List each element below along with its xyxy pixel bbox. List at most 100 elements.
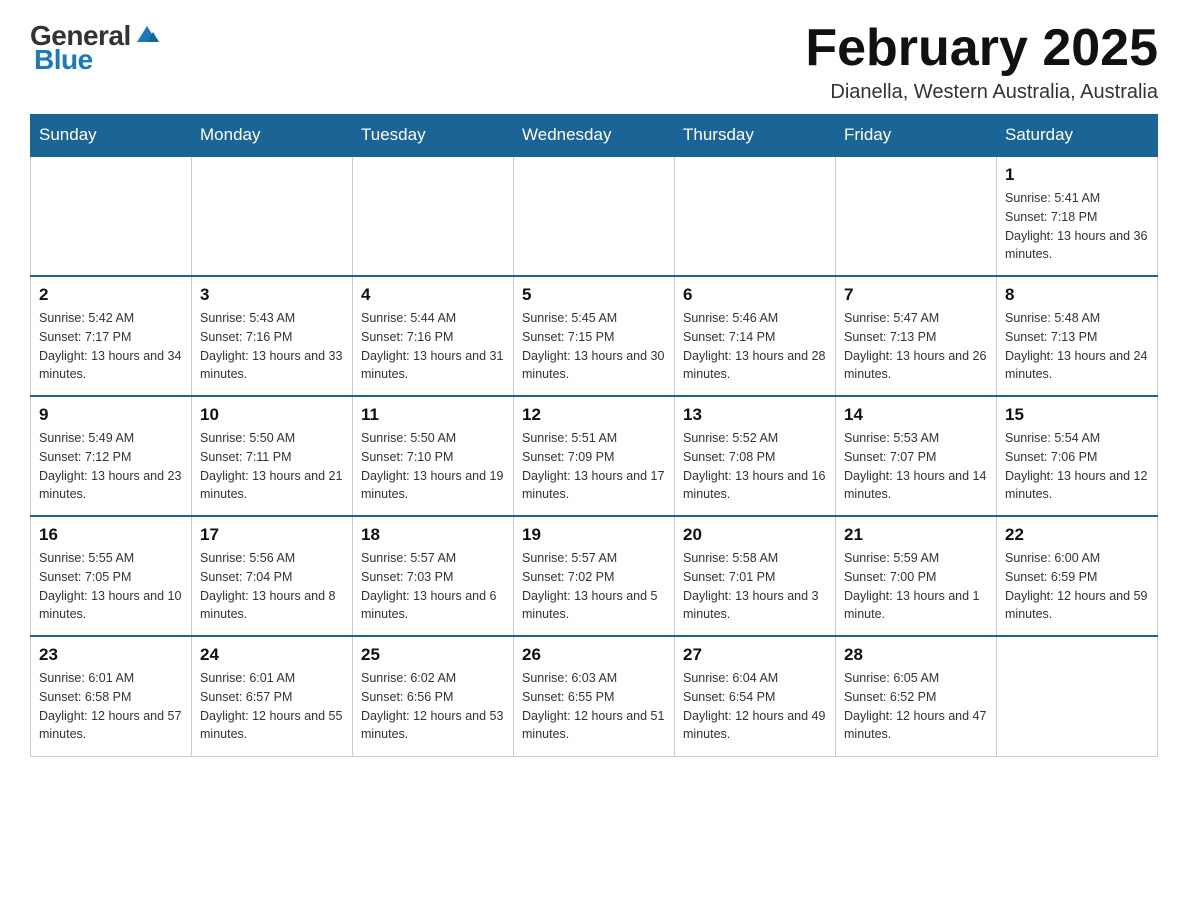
calendar-cell: 4 Sunrise: 5:44 AMSunset: 7:16 PMDaylight…	[353, 276, 514, 396]
calendar-cell: 27 Sunrise: 6:04 AMSunset: 6:54 PMDayligh…	[675, 636, 836, 756]
calendar-cell: 7Sunrise: 5:47 AMSunset: 7:13 PMDaylight…	[836, 276, 997, 396]
day-info: Sunrise: 5:46 AMSunset: 7:14 PMDaylight:…	[683, 309, 827, 384]
day-info: Sunrise: 5:59 AMSunset: 7:00 PMDaylight:…	[844, 549, 988, 624]
day-number: 18	[361, 525, 505, 545]
calendar-cell: 1 Sunrise: 5:41 AMSunset: 7:18 PMDaylight…	[997, 156, 1158, 276]
day-number: 26	[522, 645, 666, 665]
calendar-cell: 20 Sunrise: 5:58 AMSunset: 7:01 PMDayligh…	[675, 516, 836, 636]
calendar-cell: 9 Sunrise: 5:49 AMSunset: 7:12 PMDaylight…	[31, 396, 192, 516]
day-info: Sunrise: 6:04 AMSunset: 6:54 PMDaylight:…	[683, 669, 827, 744]
day-info: Sunrise: 6:03 AMSunset: 6:55 PMDaylight:…	[522, 669, 666, 744]
calendar-subtitle: Dianella, Western Australia, Australia	[805, 81, 1158, 104]
column-header-monday: Monday	[192, 115, 353, 157]
day-number: 20	[683, 525, 827, 545]
day-info: Sunrise: 5:53 AMSunset: 7:07 PMDaylight:…	[844, 429, 988, 504]
day-info: Sunrise: 5:54 AMSunset: 7:06 PMDaylight:…	[1005, 429, 1149, 504]
day-number: 6	[683, 285, 827, 305]
calendar-cell	[353, 156, 514, 276]
day-number: 4	[361, 285, 505, 305]
day-number: 17	[200, 525, 344, 545]
day-info: Sunrise: 5:47 AMSunset: 7:13 PMDaylight:…	[844, 309, 988, 384]
calendar-cell: 14 Sunrise: 5:53 AMSunset: 7:07 PMDayligh…	[836, 396, 997, 516]
day-number: 23	[39, 645, 183, 665]
day-info: Sunrise: 6:01 AMSunset: 6:58 PMDaylight:…	[39, 669, 183, 744]
day-number: 15	[1005, 405, 1149, 425]
week-row-5: 23 Sunrise: 6:01 AMSunset: 6:58 PMDayligh…	[31, 636, 1158, 756]
day-info: Sunrise: 6:05 AMSunset: 6:52 PMDaylight:…	[844, 669, 988, 744]
day-number: 9	[39, 405, 183, 425]
day-info: Sunrise: 5:57 AMSunset: 7:03 PMDaylight:…	[361, 549, 505, 624]
day-number: 27	[683, 645, 827, 665]
calendar-cell: 2 Sunrise: 5:42 AMSunset: 7:17 PMDaylight…	[31, 276, 192, 396]
day-info: Sunrise: 6:02 AMSunset: 6:56 PMDaylight:…	[361, 669, 505, 744]
week-row-4: 16Sunrise: 5:55 AMSunset: 7:05 PMDayligh…	[31, 516, 1158, 636]
logo-icon	[133, 20, 161, 48]
day-number: 11	[361, 405, 505, 425]
week-row-3: 9 Sunrise: 5:49 AMSunset: 7:12 PMDaylight…	[31, 396, 1158, 516]
calendar-cell: 8 Sunrise: 5:48 AMSunset: 7:13 PMDaylight…	[997, 276, 1158, 396]
day-info: Sunrise: 5:52 AMSunset: 7:08 PMDaylight:…	[683, 429, 827, 504]
day-info: Sunrise: 5:57 AMSunset: 7:02 PMDaylight:…	[522, 549, 666, 624]
calendar-cell: 6 Sunrise: 5:46 AMSunset: 7:14 PMDaylight…	[675, 276, 836, 396]
calendar-cell: 17 Sunrise: 5:56 AMSunset: 7:04 PMDayligh…	[192, 516, 353, 636]
calendar-cell: 24 Sunrise: 6:01 AMSunset: 6:57 PMDayligh…	[192, 636, 353, 756]
calendar-cell: 18 Sunrise: 5:57 AMSunset: 7:03 PMDayligh…	[353, 516, 514, 636]
column-header-wednesday: Wednesday	[514, 115, 675, 157]
calendar-cell: 26 Sunrise: 6:03 AMSunset: 6:55 PMDayligh…	[514, 636, 675, 756]
logo-blue-text: Blue	[34, 44, 93, 76]
day-info: Sunrise: 5:58 AMSunset: 7:01 PMDaylight:…	[683, 549, 827, 624]
day-number: 13	[683, 405, 827, 425]
calendar-cell: 10Sunrise: 5:50 AMSunset: 7:11 PMDayligh…	[192, 396, 353, 516]
day-info: Sunrise: 5:41 AMSunset: 7:18 PMDaylight:…	[1005, 189, 1149, 264]
day-info: Sunrise: 5:49 AMSunset: 7:12 PMDaylight:…	[39, 429, 183, 504]
calendar-cell: 3Sunrise: 5:43 AMSunset: 7:16 PMDaylight…	[192, 276, 353, 396]
column-header-thursday: Thursday	[675, 115, 836, 157]
calendar-cell	[997, 636, 1158, 756]
week-row-1: 1 Sunrise: 5:41 AMSunset: 7:18 PMDaylight…	[31, 156, 1158, 276]
calendar-cell: 28 Sunrise: 6:05 AMSunset: 6:52 PMDayligh…	[836, 636, 997, 756]
week-row-2: 2 Sunrise: 5:42 AMSunset: 7:17 PMDaylight…	[31, 276, 1158, 396]
day-number: 22	[1005, 525, 1149, 545]
page-header: General Blue February 2025 Dianella, Wes…	[30, 20, 1158, 104]
calendar-cell: 15 Sunrise: 5:54 AMSunset: 7:06 PMDayligh…	[997, 396, 1158, 516]
day-info: Sunrise: 5:55 AMSunset: 7:05 PMDaylight:…	[39, 549, 183, 624]
calendar-cell: 21Sunrise: 5:59 AMSunset: 7:00 PMDayligh…	[836, 516, 997, 636]
calendar-cell: 25Sunrise: 6:02 AMSunset: 6:56 PMDayligh…	[353, 636, 514, 756]
calendar-cell: 19 Sunrise: 5:57 AMSunset: 7:02 PMDayligh…	[514, 516, 675, 636]
calendar-cell: 22 Sunrise: 6:00 AMSunset: 6:59 PMDayligh…	[997, 516, 1158, 636]
day-info: Sunrise: 5:48 AMSunset: 7:13 PMDaylight:…	[1005, 309, 1149, 384]
calendar-cell: 16Sunrise: 5:55 AMSunset: 7:05 PMDayligh…	[31, 516, 192, 636]
calendar-cell: 5Sunrise: 5:45 AMSunset: 7:15 PMDaylight…	[514, 276, 675, 396]
day-number: 28	[844, 645, 988, 665]
calendar-header-row: SundayMondayTuesdayWednesdayThursdayFrid…	[31, 115, 1158, 157]
calendar-cell	[192, 156, 353, 276]
day-number: 2	[39, 285, 183, 305]
calendar-title: February 2025	[805, 20, 1158, 77]
calendar-cell: 23 Sunrise: 6:01 AMSunset: 6:58 PMDayligh…	[31, 636, 192, 756]
calendar-table: SundayMondayTuesdayWednesdayThursdayFrid…	[30, 114, 1158, 757]
day-number: 5	[522, 285, 666, 305]
column-header-friday: Friday	[836, 115, 997, 157]
day-info: Sunrise: 5:51 AMSunset: 7:09 PMDaylight:…	[522, 429, 666, 504]
column-header-sunday: Sunday	[31, 115, 192, 157]
column-header-saturday: Saturday	[997, 115, 1158, 157]
day-info: Sunrise: 5:42 AMSunset: 7:17 PMDaylight:…	[39, 309, 183, 384]
logo: General Blue	[30, 20, 163, 76]
day-info: Sunrise: 5:50 AMSunset: 7:10 PMDaylight:…	[361, 429, 505, 504]
calendar-cell	[514, 156, 675, 276]
day-number: 14	[844, 405, 988, 425]
title-block: February 2025 Dianella, Western Australi…	[805, 20, 1158, 104]
day-number: 8	[1005, 285, 1149, 305]
day-number: 19	[522, 525, 666, 545]
column-header-tuesday: Tuesday	[353, 115, 514, 157]
day-info: Sunrise: 6:00 AMSunset: 6:59 PMDaylight:…	[1005, 549, 1149, 624]
day-number: 10	[200, 405, 344, 425]
day-number: 24	[200, 645, 344, 665]
day-number: 3	[200, 285, 344, 305]
day-info: Sunrise: 5:44 AMSunset: 7:16 PMDaylight:…	[361, 309, 505, 384]
day-number: 1	[1005, 165, 1149, 185]
calendar-cell	[836, 156, 997, 276]
calendar-cell: 12Sunrise: 5:51 AMSunset: 7:09 PMDayligh…	[514, 396, 675, 516]
day-info: Sunrise: 6:01 AMSunset: 6:57 PMDaylight:…	[200, 669, 344, 744]
day-info: Sunrise: 5:56 AMSunset: 7:04 PMDaylight:…	[200, 549, 344, 624]
